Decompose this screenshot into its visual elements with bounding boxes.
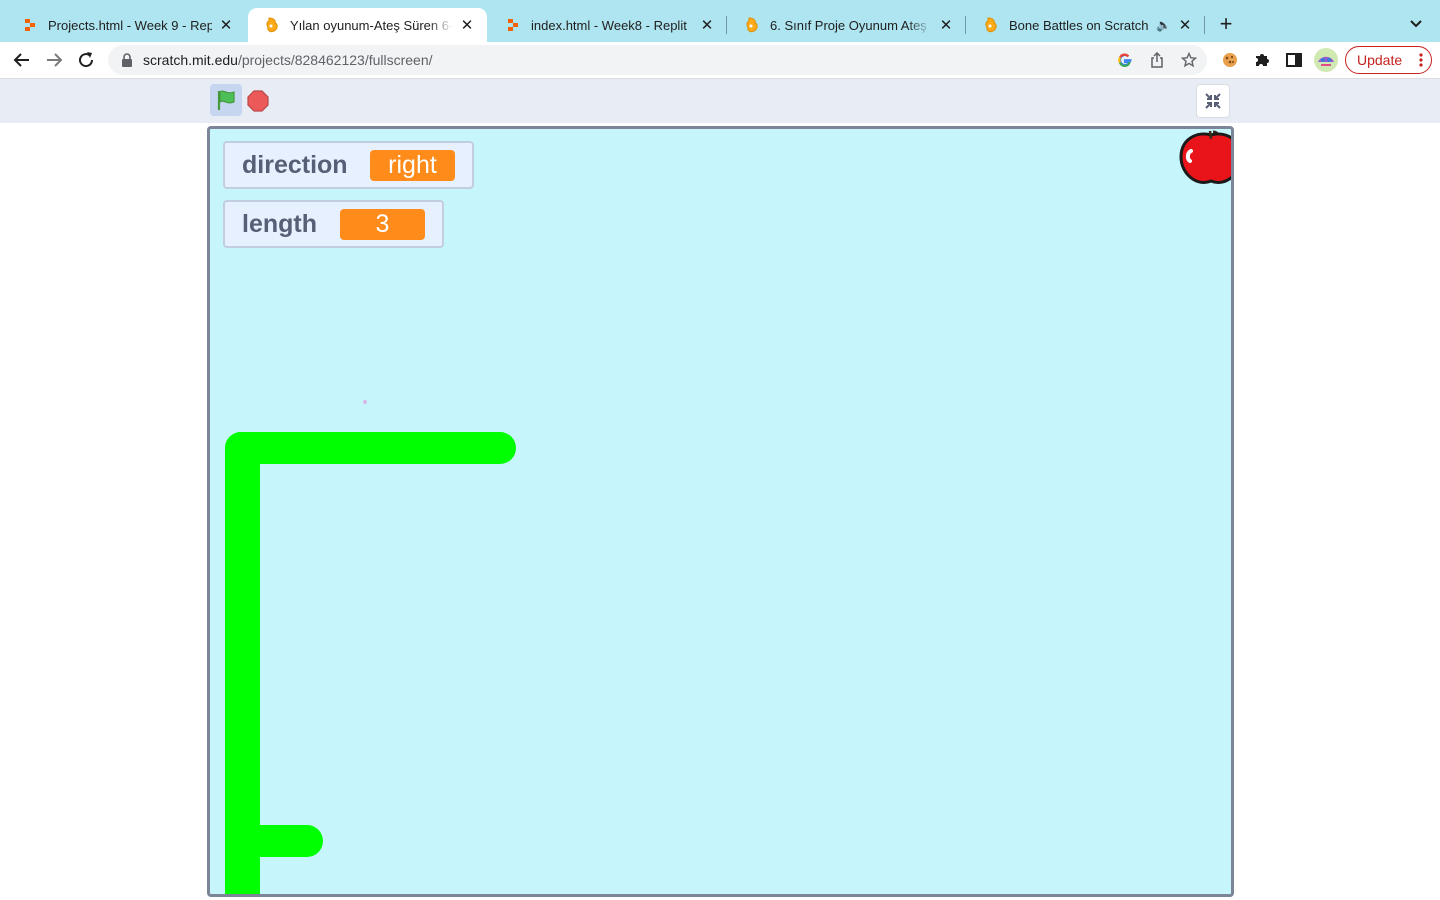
tab-bone-battles[interactable]: Bone Battles on Scratch 🔈 ✕ [967,8,1205,42]
snake-segment-horizontal-bottom [225,825,323,857]
monitor-label: direction [242,150,348,179]
scratch-icon [264,17,280,33]
tab-separator [965,16,966,34]
scratch-icon [983,17,999,33]
url-text[interactable]: scratch.mit.edu/projects/828462123/fulls… [143,52,433,68]
tab-title: index.html - Week8 - Replit [531,17,687,33]
forward-arrow-icon [47,53,63,67]
tab-close-icon[interactable]: ✕ [459,17,475,34]
more-options-icon[interactable] [1419,53,1423,67]
bookmark-star-icon[interactable] [1181,52,1197,68]
new-tab-button[interactable]: + [1214,12,1238,36]
extensions-puzzle-icon[interactable] [1253,51,1271,69]
tab-strip: Projects.html - Week 9 - Replit ✕ Yılan … [0,0,1440,42]
google-icon[interactable] [1117,52,1133,68]
monitor-value: right [370,150,455,181]
reload-button[interactable] [74,48,98,72]
tab-separator [1204,16,1205,34]
side-panel-icon[interactable] [1285,51,1303,69]
address-bar[interactable]: scratch.mit.edu/projects/828462123/fulls… [108,45,1207,75]
update-label: Update [1357,52,1403,68]
monitor-label: length [242,209,317,238]
tab-search-chevron-icon[interactable] [1406,14,1426,34]
browser-toolbar: scratch.mit.edu/projects/828462123/fulls… [0,42,1440,78]
apple-sprite-icon[interactable] [1177,129,1234,189]
tab-title: 6. Sınıf Proje Oyunum Ateş Süre [770,17,932,33]
url-host: scratch.mit.edu [143,52,238,68]
back-button[interactable] [10,48,34,72]
variable-monitor-length[interactable]: length 3 [223,200,444,248]
share-icon[interactable] [1149,52,1165,68]
variable-monitor-direction[interactable]: direction right [223,141,474,189]
tab-proje-oyunum[interactable]: 6. Sınıf Proje Oyunum Ateş Süre ✕ [728,8,966,42]
replit-icon [22,17,38,33]
green-flag-button[interactable] [210,84,242,116]
forward-button[interactable] [42,48,66,72]
tab-title: Yılan oyunum-Ateş Süren 6-G o [290,17,453,33]
tab-title: Projects.html - Week 9 - Replit [48,17,212,33]
tab-close-icon[interactable]: ✕ [699,17,715,34]
scratch-icon [744,17,760,33]
green-flag-icon [217,90,235,110]
replit-icon [505,17,521,33]
url-path: /projects/828462123/fullscreen/ [237,52,433,68]
tab-close-icon[interactable]: ✕ [218,17,234,34]
exit-fullscreen-icon [1205,93,1221,109]
scratch-stage[interactable]: direction right length 3 [207,126,1234,897]
tab-separator [726,16,727,34]
update-button[interactable]: Update [1345,46,1432,74]
tab-snake-game[interactable]: Yılan oyunum-Ateş Süren 6-G o ✕ [248,8,487,42]
tab-close-icon[interactable]: ✕ [938,17,954,34]
speaker-icon[interactable]: 🔈 [1156,18,1171,32]
profile-avatar[interactable] [1313,47,1339,73]
snake-segment-horizontal-top [225,432,516,464]
tab-index-replit[interactable]: index.html - Week8 - Replit ✕ [489,8,727,42]
back-arrow-icon [13,53,29,67]
player-controls-bar [0,79,1440,123]
monitor-value: 3 [340,209,425,240]
tab-close-icon[interactable]: ✕ [1177,17,1193,34]
exit-fullscreen-button[interactable] [1196,84,1230,118]
cookie-extension-icon[interactable] [1221,51,1239,69]
reload-icon [79,52,94,68]
stop-button[interactable] [246,89,270,113]
tab-title: Bone Battles on Scratch [1009,17,1149,33]
lock-icon[interactable] [121,53,133,67]
stop-sign-icon [247,90,269,112]
tab-projects-replit[interactable]: Projects.html - Week 9 - Replit ✕ [6,8,246,42]
pen-dot [363,400,367,404]
